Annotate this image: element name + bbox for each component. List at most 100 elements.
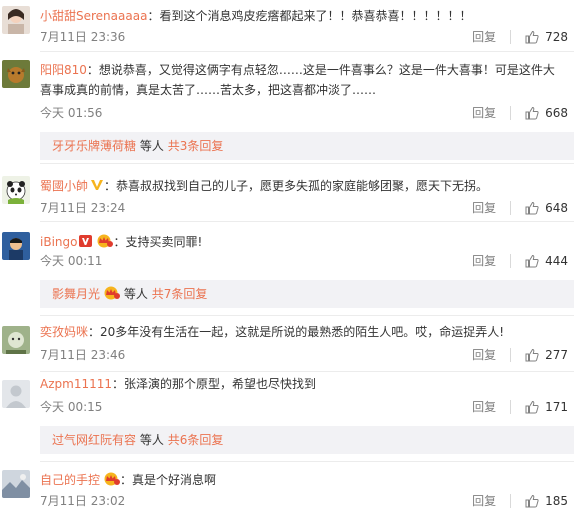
- avatar[interactable]: [2, 470, 30, 498]
- comment-item: iBingo ：支持买卖同罪! 今天 00:11 回复 444 影舞月光 等人 共…: [0, 222, 574, 316]
- comment-actions: 回复 171: [472, 398, 568, 416]
- comment-text: Azpm11111：张泽演的那个原型，希望也尽快找到: [40, 377, 317, 391]
- vip-crown-icon: [102, 472, 121, 492]
- comment-time: 今天 01:56: [40, 106, 103, 120]
- like-button[interactable]: 444: [511, 252, 568, 270]
- thumbs-up-icon: [525, 30, 539, 44]
- comment-actions: 回复 277: [472, 346, 568, 364]
- more-replies-link[interactable]: 共6条回复: [168, 433, 224, 447]
- comment-text: 小甜甜Serenaaaaa：看到这个消息鸡皮疙瘩都起来了！！恭喜恭喜！！！！！！: [40, 9, 472, 23]
- thumbs-up-icon: [525, 106, 539, 120]
- comment-actions: 回复 648: [472, 199, 568, 217]
- reply-username[interactable]: 影舞月光: [52, 287, 100, 301]
- comment-text: 自己的手控 ：真是个好消息啊: [40, 470, 566, 492]
- avatar[interactable]: [2, 176, 30, 204]
- more-replies-link[interactable]: 共7条回复: [152, 287, 208, 301]
- comment-time: 7月11日 23:02: [40, 494, 126, 508]
- reply-button[interactable]: 回复: [472, 254, 512, 268]
- avatar[interactable]: [2, 232, 30, 260]
- comment-body: 恭喜叔叔找到自己的儿子，愿更多失孤的家庭能够团聚，愿天下无拐。: [116, 179, 489, 193]
- avatar[interactable]: [2, 60, 30, 88]
- reply-button[interactable]: 回复: [472, 494, 512, 508]
- thumbs-up-icon: [525, 348, 539, 362]
- avatar[interactable]: [2, 326, 30, 354]
- comment-body: 想说恭喜，又觉得这俩字有点轻忽……这是一件喜事么？这是一件大喜事！可是这件大喜事…: [40, 63, 555, 97]
- comment-item: 自己的手控 ：真是个好消息啊 7月11日 23:02 回复 185: [0, 462, 574, 513]
- username-link[interactable]: Azpm11111: [40, 377, 112, 391]
- reply-username[interactable]: 牙牙乐牌薄荷糖: [52, 139, 136, 153]
- comment-item: 奕孜妈咪：20多年没有生活在一起，这就是所说的最熟悉的陌生人吧。哎，命运捉弄人!…: [0, 316, 574, 372]
- thumbs-up-icon: [525, 400, 539, 414]
- reply-username[interactable]: 过气网红阮有容: [52, 433, 136, 447]
- comment-body: 真是个好消息啊: [132, 473, 217, 487]
- comment-item: 蜀國小帥 ：恭喜叔叔找到自己的儿子，愿更多失孤的家庭能够团聚，愿天下无拐。 7月1…: [0, 164, 574, 222]
- reply-button[interactable]: 回复: [472, 400, 512, 414]
- comment-time: 7月11日 23:46: [40, 348, 126, 362]
- like-count: 277: [545, 348, 568, 362]
- vip-crown-icon: [102, 282, 121, 310]
- username-link[interactable]: 自己的手控: [40, 473, 100, 487]
- sub-replies-bar[interactable]: 牙牙乐牌薄荷糖 等人 共3条回复: [40, 132, 574, 160]
- username-link[interactable]: iBingo: [40, 235, 77, 249]
- like-button[interactable]: 668: [511, 104, 568, 122]
- comment-time: 今天 00:15: [40, 400, 103, 414]
- comment-text: iBingo ：支持买卖同罪!: [40, 232, 566, 254]
- comment-meta: 7月11日 23:46 回复 277: [40, 346, 574, 364]
- verified-icon: [79, 234, 93, 254]
- username-link[interactable]: 阳阳810: [40, 63, 87, 77]
- comment-body: 20多年没有生活在一起，这就是所说的最熟悉的陌生人吧。哎，命运捉弄人!: [100, 325, 505, 339]
- comment-text: 阳阳810：想说恭喜，又觉得这俩字有点轻忽……这是一件喜事么？这是一件大喜事！可…: [40, 63, 555, 97]
- like-count: 185: [545, 494, 568, 508]
- avatar[interactable]: [2, 6, 30, 34]
- comment-time: 7月11日 23:24: [40, 201, 126, 215]
- more-replies-link[interactable]: 共3条回复: [168, 139, 224, 153]
- comment-actions: 回复 185: [472, 492, 568, 510]
- reply-middle-text: 等人: [139, 433, 164, 447]
- like-button[interactable]: 185: [511, 492, 568, 510]
- yellow-v-icon: [90, 178, 104, 198]
- comment-body: 支持买卖同罪!: [125, 235, 203, 249]
- vip-crown-icon: [95, 234, 114, 254]
- like-count: 444: [545, 254, 568, 268]
- comment-body: 看到这个消息鸡皮疙瘩都起来了！！恭喜恭喜！！！！！！: [159, 9, 472, 23]
- reply-button[interactable]: 回复: [472, 30, 512, 44]
- comment-list: 小甜甜Serenaaaaa：看到这个消息鸡皮疙瘩都起来了！！恭喜恭喜！！！！！！…: [0, 0, 574, 513]
- comment-meta: 今天 00:15 回复 171: [40, 398, 574, 416]
- reply-middle-text: 等人: [123, 287, 148, 301]
- comment-item: Azpm11111：张泽演的那个原型，希望也尽快找到 今天 00:15 回复 1…: [0, 372, 574, 462]
- like-count: 171: [545, 400, 568, 414]
- comment-time: 今天 00:11: [40, 254, 103, 268]
- comment-actions: 回复 668: [472, 104, 568, 122]
- comment-body: 张泽演的那个原型，希望也尽快找到: [124, 377, 317, 391]
- avatar[interactable]: [2, 380, 30, 408]
- sub-replies-bar[interactable]: 过气网红阮有容 等人 共6条回复: [40, 426, 574, 454]
- comment-actions: 回复 728: [472, 28, 568, 46]
- username-link[interactable]: 奕孜妈咪: [40, 325, 88, 339]
- sub-replies-bar[interactable]: 影舞月光 等人 共7条回复: [40, 280, 574, 308]
- comment-meta: 7月11日 23:36 回复 728: [40, 28, 574, 46]
- like-count: 668: [545, 106, 568, 120]
- comment-item: 小甜甜Serenaaaaa：看到这个消息鸡皮疙瘩都起来了！！恭喜恭喜！！！！！！…: [0, 0, 574, 52]
- comment-meta: 7月11日 23:24 回复 648: [40, 199, 574, 217]
- thumbs-up-icon: [525, 201, 539, 215]
- username-link[interactable]: 小甜甜Serenaaaaa: [40, 9, 147, 23]
- comment-text: 奕孜妈咪：20多年没有生活在一起，这就是所说的最熟悉的陌生人吧。哎，命运捉弄人!: [40, 325, 505, 339]
- comment-meta: 7月11日 23:02 回复 185: [40, 492, 574, 510]
- like-button[interactable]: 728: [511, 28, 568, 46]
- like-button[interactable]: 277: [511, 346, 568, 364]
- reply-button[interactable]: 回复: [472, 106, 512, 120]
- comment-actions: 回复 444: [472, 252, 568, 270]
- thumbs-up-icon: [525, 494, 539, 508]
- like-button[interactable]: 648: [511, 199, 568, 217]
- like-button[interactable]: 171: [511, 398, 568, 416]
- username-link[interactable]: 蜀國小帥: [40, 179, 88, 193]
- thumbs-up-icon: [525, 254, 539, 268]
- comment-meta: 今天 00:11 回复 444: [40, 252, 574, 270]
- reply-button[interactable]: 回复: [472, 348, 512, 362]
- reply-button[interactable]: 回复: [472, 201, 512, 215]
- like-count: 728: [545, 30, 568, 44]
- comment-meta: 今天 01:56 回复 668: [40, 104, 574, 122]
- reply-middle-text: 等人: [139, 139, 164, 153]
- comment-text: 蜀國小帥 ：恭喜叔叔找到自己的儿子，愿更多失孤的家庭能够团聚，愿天下无拐。: [40, 176, 566, 198]
- comment-item: 阳阳810：想说恭喜，又觉得这俩字有点轻忽……这是一件喜事么？这是一件大喜事！可…: [0, 52, 574, 164]
